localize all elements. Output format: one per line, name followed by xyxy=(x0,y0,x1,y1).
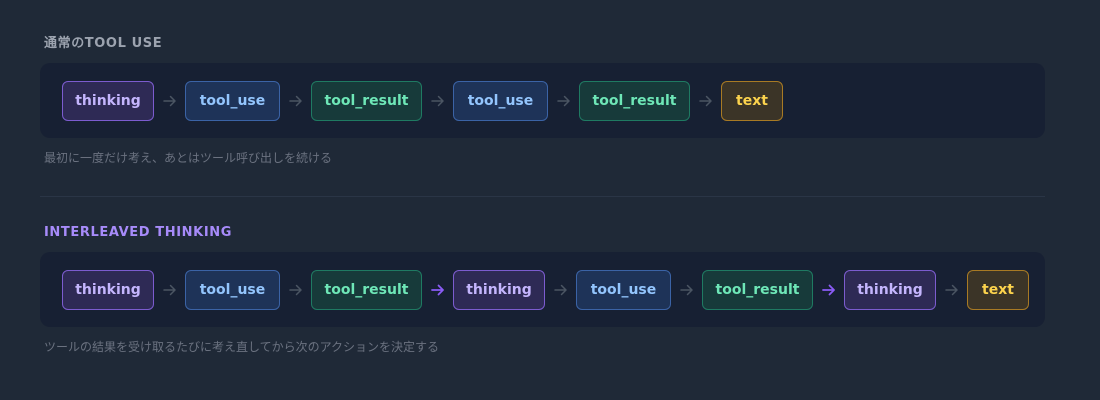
arrow-right-icon xyxy=(813,284,844,296)
arrow-right-icon xyxy=(545,284,576,296)
flow-panel: thinking tool_use tool_result tool_use tool_… xyxy=(40,63,1045,138)
node-text: text xyxy=(967,269,1029,310)
arrow-right-icon xyxy=(422,284,453,296)
section-title: 通常のTOOL USE xyxy=(44,36,163,51)
arrow-right-icon xyxy=(154,284,185,296)
node-tool-use: tool_use xyxy=(185,269,280,310)
section-caption: ツールの結果を受け取るたびに考え直してから次のアクションを決定する xyxy=(44,340,440,354)
node-thinking: thinking xyxy=(453,269,545,310)
node-thinking: thinking xyxy=(62,269,154,310)
node-tool-result: tool_result xyxy=(311,80,422,121)
section-title: INTERLEAVED THINKING xyxy=(44,225,233,240)
flow-panel: thinking tool_use tool_result thinking tool_… xyxy=(40,252,1045,327)
section-normal-tool-use: 通常のTOOL USE thinking tool_use tool_result t… xyxy=(40,36,1045,166)
arrow-right-icon xyxy=(280,95,311,107)
section-interleaved-thinking: INTERLEAVED THINKING thinking tool_use too… xyxy=(40,225,1045,355)
node-tool-use: tool_use xyxy=(453,80,548,121)
arrow-right-icon xyxy=(422,95,453,107)
arrow-right-icon xyxy=(280,284,311,296)
arrow-right-icon xyxy=(671,284,702,296)
node-thinking: thinking xyxy=(844,269,936,310)
arrow-right-icon xyxy=(690,95,721,107)
node-tool-result: tool_result xyxy=(311,269,422,310)
arrow-right-icon xyxy=(936,284,967,296)
arrow-right-icon xyxy=(548,95,579,107)
arrow-right-icon xyxy=(154,95,185,107)
node-tool-result: tool_result xyxy=(702,269,813,310)
node-tool-result: tool_result xyxy=(579,80,690,121)
section-divider xyxy=(40,196,1045,197)
node-thinking: thinking xyxy=(62,80,154,121)
node-tool-use: tool_use xyxy=(576,269,671,310)
node-text: text xyxy=(721,80,783,121)
node-tool-use: tool_use xyxy=(185,80,280,121)
section-caption: 最初に一度だけ考え、あとはツール呼び出しを続ける xyxy=(44,151,333,165)
